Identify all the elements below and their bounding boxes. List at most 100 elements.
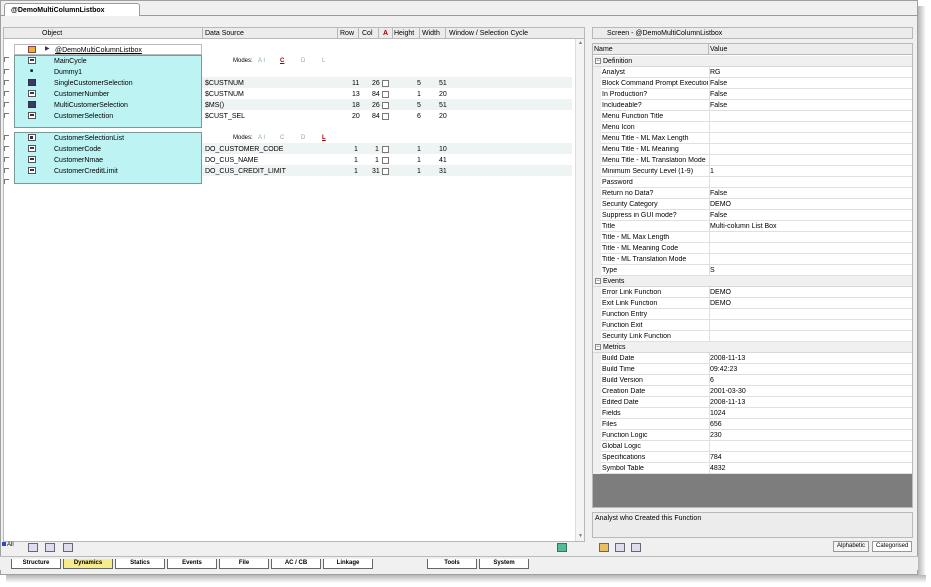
all-filter[interactable]: All [2,542,14,548]
property-value[interactable]: 6 [710,377,714,384]
cycle-row-main[interactable]: MainCycle Modes: A I C D L [16,56,586,67]
document-tab[interactable]: @DemoMultiColumnListbox [4,3,140,16]
property-row[interactable]: Build Version 6 [593,375,912,386]
property-row[interactable]: Title - ML Translation Mode [593,254,912,265]
property-value[interactable]: 656 [710,421,722,428]
row-marker[interactable] [4,91,9,96]
attribute-checkbox[interactable] [382,168,389,175]
row-marker[interactable] [4,113,9,118]
properties-icon[interactable] [599,543,609,552]
property-value[interactable]: False [710,212,727,219]
property-row[interactable]: Return no Data? False [593,188,912,199]
tab-events[interactable]: Events [167,559,217,569]
table-row[interactable]: MultiCustomerSelection $MS() 18 26 5 51 [16,100,586,111]
property-row[interactable]: Security Link Function [593,331,912,342]
property-row[interactable]: Block Command Prompt Execution False [593,78,912,89]
save-icon[interactable] [615,543,625,552]
property-value[interactable]: DEMO [710,289,731,296]
property-value[interactable]: 2001-03-30 [710,388,746,395]
category-events[interactable]: − Events [593,276,912,287]
property-row[interactable]: Function Entry [593,309,912,320]
category-metrics[interactable]: − Metrics [593,342,912,353]
mode-list[interactable]: L [322,58,325,64]
table-row[interactable]: CustomerNumber $CUSTNUM 13 84 1 20 [16,89,586,100]
attribute-checkbox[interactable] [382,113,389,120]
collapse-icon[interactable]: − [595,344,601,350]
table-row[interactable]: CustomerCode DO_CUSTOMER_CODE 1 1 1 10 [16,144,586,155]
property-row[interactable]: Symbol Table 4832 [593,463,912,474]
tab-dynamics[interactable]: Dynamics [63,559,113,569]
property-row[interactable]: Menu Title - ML Meaning [593,144,912,155]
table-row[interactable]: CustomerNmae DO_CUS_NAME 1 1 1 41 [16,155,586,166]
row-marker[interactable] [4,157,9,162]
property-row[interactable]: Title Multi-column List Box [593,221,912,232]
add-group-icon[interactable] [45,543,55,552]
property-value[interactable]: DEMO [710,300,731,307]
col-divider[interactable] [419,28,420,39]
col-divider[interactable] [202,28,203,39]
header-data-source[interactable]: Data Source [205,30,244,37]
collapse-icon[interactable]: − [595,278,601,284]
categorised-button[interactable]: Categorised [872,541,913,552]
property-row[interactable]: Includeable? False [593,100,912,111]
property-value[interactable]: 4832 [710,465,726,472]
tab-structure[interactable]: Structure [11,559,61,569]
tab-linkage[interactable]: Linkage [323,559,373,569]
property-value[interactable]: False [710,190,727,197]
property-value[interactable]: 09:42:23 [710,366,737,373]
header-value[interactable]: Value [710,46,727,53]
tab-ac-cb[interactable]: AC / CB [271,559,321,569]
property-value[interactable]: S [710,267,715,274]
collapse-icon[interactable]: − [595,58,601,64]
row-marker[interactable] [4,135,9,140]
header-object[interactable]: Object [42,30,62,37]
mode-add-inquire[interactable]: A I [258,58,265,64]
category-definition[interactable]: − Definition [593,56,912,67]
property-row[interactable]: Menu Function Title [593,111,912,122]
property-value[interactable]: False [710,80,727,87]
scroll-down-icon[interactable]: ▼ [577,533,584,540]
alphabetic-button[interactable]: Alphabetic [833,541,870,552]
table-row[interactable]: ■ Dummy1 [16,67,586,78]
tab-file[interactable]: File [219,559,269,569]
property-value[interactable]: False [710,102,727,109]
property-value[interactable]: Multi-column List Box [710,223,777,230]
grid-vertical-scrollbar[interactable]: ▲ ▼ [575,39,584,541]
row-marker[interactable] [4,102,9,107]
col-divider[interactable] [445,28,446,39]
property-row[interactable]: Type S [593,265,912,276]
property-row[interactable]: Title - ML Max Length [593,232,912,243]
property-row[interactable]: Menu Title - ML Max Length [593,133,912,144]
row-marker[interactable] [4,57,9,62]
structure-grid[interactable]: Object Data Source Row Col A Height Widt… [3,27,585,542]
scroll-up-icon[interactable]: ▲ [577,40,584,47]
root-row[interactable]: ▶ @DemoMultiColumnListbox [14,44,202,55]
list-row-selection[interactable]: CustomerSelectionList Modes: A I C D L [16,133,586,144]
table-row[interactable]: SingleCustomerSelection $CUSTNUM 11 26 5… [16,78,586,89]
property-value[interactable]: 230 [710,432,722,439]
col-divider[interactable] [337,28,338,39]
tab-tools[interactable]: Tools [427,559,477,569]
mode-list[interactable]: L [322,135,326,141]
property-row[interactable]: Function Exit [593,320,912,331]
property-row[interactable]: Files 656 [593,419,912,430]
attribute-checkbox[interactable] [382,80,389,87]
expand-arrow-icon[interactable]: ▶ [45,45,50,52]
add-field-icon[interactable] [28,543,38,552]
insert-icon[interactable] [63,543,73,552]
property-value[interactable]: DEMO [710,201,731,208]
property-row[interactable]: Exit Link Function DEMO [593,298,912,309]
property-row[interactable]: In Production? False [593,89,912,100]
property-value[interactable]: 2008-11-13 [710,355,745,362]
row-marker[interactable] [4,69,9,74]
row-marker[interactable] [4,80,9,85]
table-row[interactable]: CustomerSelection $CUST_SEL 20 84 6 20 [16,111,586,122]
header-a[interactable]: A [383,30,388,37]
property-row[interactable]: Menu Icon [593,122,912,133]
property-row[interactable]: Password [593,177,912,188]
property-grid[interactable]: Name Value − Definition Analyst RG Block Com… [592,43,913,508]
row-marker[interactable] [4,179,9,184]
property-value[interactable]: 784 [710,454,722,461]
property-row[interactable]: Global Logic [593,441,912,452]
property-row[interactable]: Error Link Function DEMO [593,287,912,298]
